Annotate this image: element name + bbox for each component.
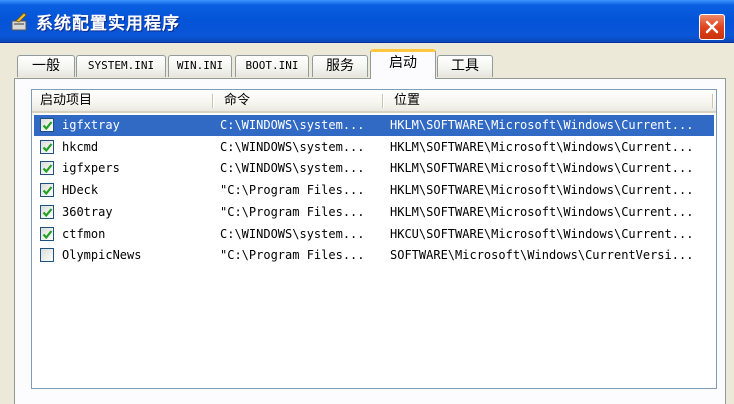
table-row[interactable]: OlympicNews "C:\Program Files... SOFTWARE\… (34, 245, 714, 266)
close-icon (705, 20, 719, 34)
table-row[interactable]: 360tray "C:\Program Files... HKLM\SOFTWARE… (34, 202, 714, 223)
column-header-startup-item[interactable]: 启动项目 (32, 90, 212, 111)
cell-command: "C:\Program Files... (220, 248, 365, 263)
column-divider[interactable] (712, 94, 714, 108)
cell-startup-item: igfxpers (62, 161, 120, 176)
checkmark-icon (42, 143, 53, 152)
tab-boot-ini[interactable]: BOOT.INI (235, 55, 309, 77)
cell-location: HKLM\SOFTWARE\Microsoft\Windows\Current.… (390, 183, 694, 198)
tab-strip: 一般 SYSTEM.INI WIN.INI BOOT.INI 服务 启动 工具 (0, 43, 734, 79)
column-header-location[interactable]: 位置 (386, 90, 706, 111)
tab-services[interactable]: 服务 (312, 55, 368, 77)
cell-location: HKLM\SOFTWARE\Microsoft\Windows\Current.… (390, 139, 694, 154)
cell-startup-item: ctfmon (62, 226, 106, 241)
tab-general[interactable]: 一般 (17, 55, 75, 77)
cell-command: C:\WINDOWS\system... (220, 139, 365, 154)
list-header: 启动项目 命令 位置 (32, 90, 716, 113)
cell-command: C:\WINDOWS\system... (220, 118, 365, 132)
table-row[interactable]: HDeck "C:\Program Files... HKLM\SOFTWARE\M… (34, 180, 714, 201)
checkmark-icon (42, 121, 53, 131)
cell-location: HKCU\SOFTWARE\Microsoft\Windows\Current.… (390, 226, 694, 241)
window-title: 系统配置实用程序 (36, 14, 180, 34)
close-button[interactable] (699, 14, 725, 40)
cell-startup-item: OlympicNews (62, 248, 142, 263)
column-divider[interactable] (212, 94, 214, 108)
cell-startup-item: HDeck (62, 183, 99, 198)
table-row[interactable]: hkcmd C:\WINDOWS\system... HKLM\SOFTWARE\M… (34, 137, 714, 158)
enable-checkbox[interactable] (40, 161, 54, 176)
checkmark-icon (42, 164, 53, 174)
column-divider[interactable] (382, 94, 384, 108)
enable-checkbox[interactable] (40, 118, 54, 132)
startup-list[interactable]: 启动项目 命令 位置 igfxtray C:\WINDOWS\system... H… (31, 89, 717, 389)
enable-checkbox[interactable] (40, 139, 54, 154)
cell-startup-item: hkcmd (62, 139, 99, 154)
tab-system-ini[interactable]: SYSTEM.INI (76, 55, 166, 77)
cell-location: HKLM\SOFTWARE\Microsoft\Windows\Current.… (390, 204, 694, 219)
tab-tools[interactable]: 工具 (437, 55, 493, 77)
tab-startup[interactable]: 启动 (370, 49, 436, 79)
startup-tab-panel: 启动项目 命令 位置 igfxtray C:\WINDOWS\system... H… (14, 78, 726, 404)
checkmark-icon (42, 186, 53, 196)
checkmark-icon (42, 229, 53, 239)
enable-checkbox[interactable] (40, 204, 54, 219)
tab-win-ini[interactable]: WIN.INI (168, 55, 232, 77)
cell-startup-item: 360tray (62, 204, 113, 219)
checkmark-icon (42, 208, 53, 217)
cell-location: HKLM\SOFTWARE\Microsoft\Windows\Current.… (390, 118, 694, 132)
cell-command: "C:\Program Files... (220, 183, 365, 198)
table-row[interactable]: igfxtray C:\WINDOWS\system... HKLM\SOFTWAR… (34, 115, 714, 136)
enable-checkbox[interactable] (40, 183, 54, 198)
cell-location: HKLM\SOFTWARE\Microsoft\Windows\Current.… (390, 161, 694, 176)
cell-command: C:\WINDOWS\system... (220, 226, 365, 241)
enable-checkbox[interactable] (40, 226, 54, 241)
enable-checkbox[interactable] (40, 248, 54, 263)
table-row[interactable]: ctfmon C:\WINDOWS\system... HKCU\SOFTWARE\… (34, 224, 714, 245)
cell-command: "C:\Program Files... (220, 204, 365, 219)
msconfig-window: 系统配置实用程序 一般 SYSTEM.INI WIN.INI BOOT.INI … (0, 0, 734, 404)
cell-startup-item: igfxtray (62, 118, 120, 132)
msconfig-app-icon (10, 12, 30, 32)
table-row[interactable]: igfxpers C:\WINDOWS\system... HKLM\SOFTWAR… (34, 158, 714, 179)
title-bar[interactable]: 系统配置实用程序 (0, 0, 734, 43)
cell-command: C:\WINDOWS\system... (220, 161, 365, 176)
cell-location: SOFTWARE\Microsoft\Windows\CurrentVersi.… (390, 248, 694, 263)
column-header-command[interactable]: 命令 (216, 90, 381, 111)
